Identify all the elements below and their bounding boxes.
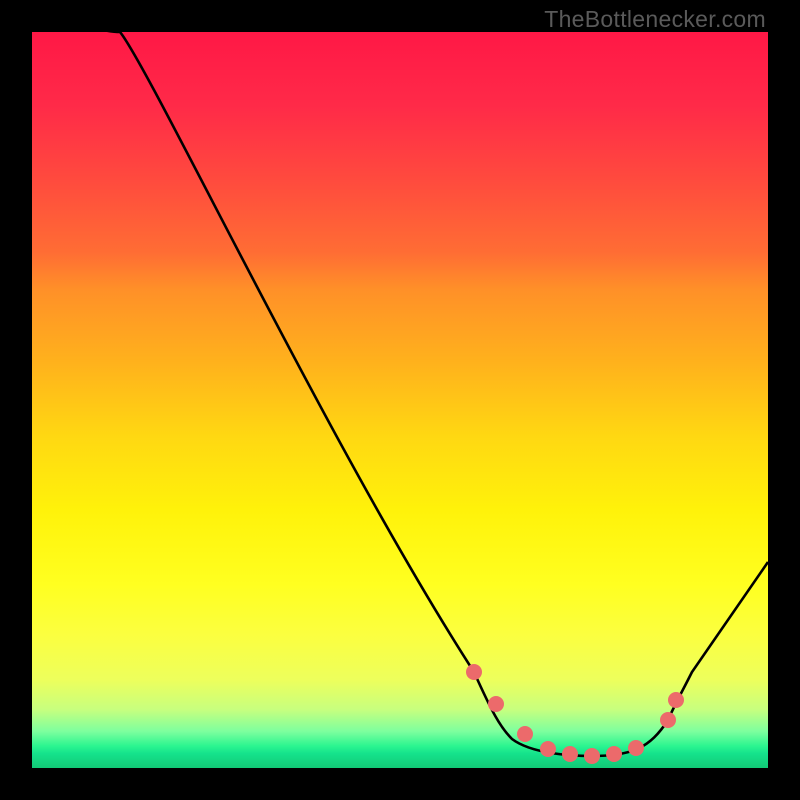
plot-area [32, 32, 768, 768]
curve-layer [32, 32, 768, 768]
data-marker [488, 696, 504, 712]
watermark-text: TheBottlenecker.com [544, 6, 766, 33]
data-marker [628, 740, 644, 756]
data-marker [562, 746, 578, 762]
data-marker [668, 692, 684, 708]
data-marker [606, 746, 622, 762]
marker-group [466, 664, 684, 764]
chart-frame: TheBottlenecker.com [0, 0, 800, 800]
data-marker [540, 741, 556, 757]
bottleneck-curve [32, 32, 768, 756]
data-marker [517, 726, 533, 742]
data-marker [584, 748, 600, 764]
data-marker [660, 712, 676, 728]
data-marker [466, 664, 482, 680]
